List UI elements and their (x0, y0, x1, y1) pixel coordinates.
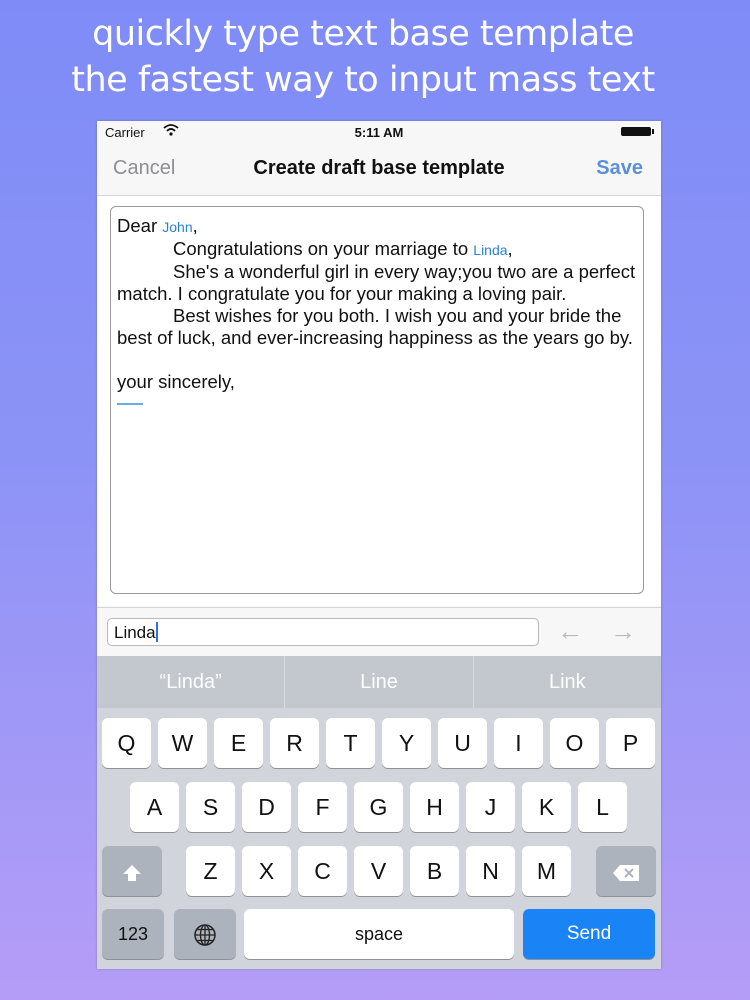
key-v[interactable]: V (354, 846, 403, 896)
find-input-value: Linda (114, 623, 156, 642)
key-e[interactable]: E (214, 718, 263, 768)
globe-icon (194, 924, 216, 946)
key-s[interactable]: S (186, 782, 235, 832)
input-caret (155, 622, 158, 642)
status-time: 5:11 AM (354, 125, 404, 140)
partner-token[interactable]: Linda (473, 242, 507, 258)
content-area: Dear John, Congratulations on your marri… (97, 196, 661, 606)
shift-icon (123, 865, 141, 881)
key-l[interactable]: L (578, 782, 627, 832)
key-o[interactable]: O (550, 718, 599, 768)
key-d[interactable]: D (242, 782, 291, 832)
key-k[interactable]: K (522, 782, 571, 832)
greeting-line: Dear John, (117, 215, 637, 238)
shift-key[interactable] (102, 846, 162, 896)
key-c[interactable]: C (298, 846, 347, 896)
find-bar: Linda ← → (97, 607, 661, 656)
greeting-comma: , (192, 215, 198, 236)
phone-screen: Carrier 5:11 AM Cancel Create draft base… (97, 121, 661, 969)
delete-key[interactable] (596, 846, 656, 896)
suggestion-2[interactable]: Line (284, 656, 472, 708)
template-text-editor[interactable]: Dear John, Congratulations on your marri… (110, 206, 644, 594)
body-text-1: She's a wonderful girl in every way;you … (117, 261, 636, 304)
key-h[interactable]: H (410, 782, 459, 832)
key-z[interactable]: Z (186, 846, 235, 896)
send-button[interactable]: Send (523, 909, 655, 959)
body-text-2: Best wishes for you both. I wish you and… (117, 305, 633, 348)
congrats-line: Congratulations on your marriage to Lind… (117, 238, 637, 261)
key-q[interactable]: Q (102, 718, 151, 768)
space-key[interactable]: space (244, 909, 514, 959)
promo-line-2: the fastest way to input mass text (71, 60, 655, 100)
signoff-line: your sincerely, (117, 371, 235, 392)
battery-icon (621, 127, 654, 136)
key-n[interactable]: N (466, 846, 515, 896)
find-input[interactable]: Linda (107, 618, 539, 646)
save-button[interactable]: Save (596, 157, 643, 180)
globe-key[interactable] (174, 909, 236, 959)
page-title: Create draft base template (253, 157, 505, 179)
suggestion-3[interactable]: Link (472, 656, 661, 708)
key-g[interactable]: G (354, 782, 403, 832)
key-m[interactable]: M (522, 846, 571, 896)
promo-line-1: quickly type text base template (92, 14, 634, 54)
key-i[interactable]: I (494, 718, 543, 768)
congrats-comma: , (507, 238, 513, 259)
suggestion-1[interactable]: “Linda” (97, 656, 284, 708)
greeting-word: Dear (117, 215, 158, 236)
key-f[interactable]: F (298, 782, 347, 832)
key-a[interactable]: A (130, 782, 179, 832)
arrow-right-icon[interactable]: → (610, 616, 636, 647)
numbers-key[interactable]: 123 (102, 909, 164, 959)
arrow-left-icon[interactable]: ← (557, 616, 583, 647)
body-paragraph-2: Best wishes for you both. I wish you and… (117, 305, 637, 349)
key-t[interactable]: T (326, 718, 375, 768)
key-w[interactable]: W (158, 718, 207, 768)
body-paragraph-1: She's a wonderful girl in every way;you … (117, 261, 637, 305)
key-j[interactable]: J (466, 782, 515, 832)
key-b[interactable]: B (410, 846, 459, 896)
status-bar: Carrier 5:11 AM (97, 121, 661, 145)
text-cursor-indicator (117, 403, 143, 405)
delete-icon (613, 865, 639, 881)
key-p[interactable]: P (606, 718, 655, 768)
key-y[interactable]: Y (382, 718, 431, 768)
nav-bar: Cancel Create draft base template Save (97, 145, 661, 196)
congrats-text: Congratulations on your marriage to (173, 238, 469, 259)
key-x[interactable]: X (242, 846, 291, 896)
key-u[interactable]: U (438, 718, 487, 768)
suggestion-bar: “Linda” Line Link (97, 656, 661, 708)
keyboard: Q W E R T Y U I O P A S D F G H J K L Z … (97, 708, 661, 969)
name-token[interactable]: John (162, 219, 192, 235)
key-r[interactable]: R (270, 718, 319, 768)
